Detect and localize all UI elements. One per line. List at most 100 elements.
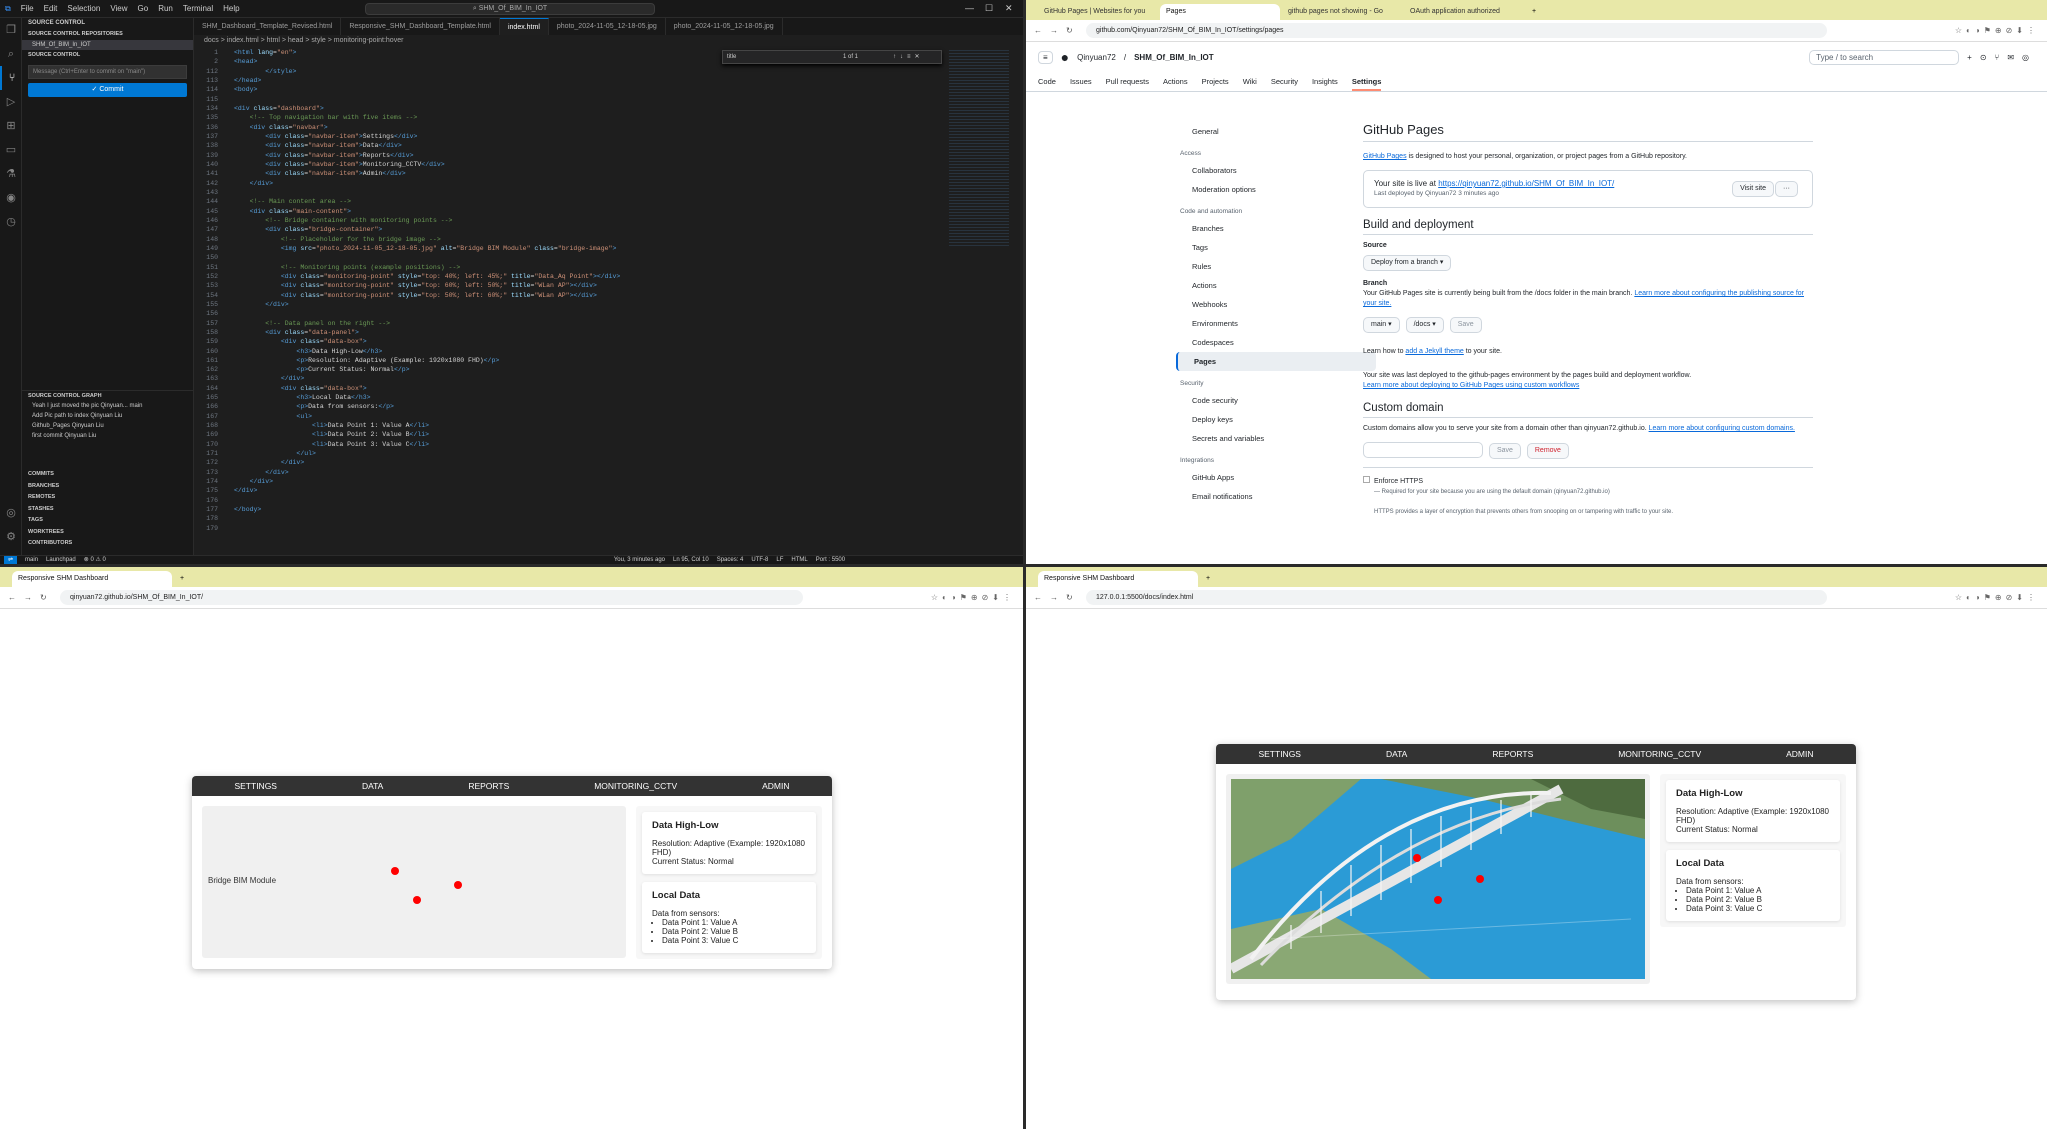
branch-select[interactable]: main ▾: [1363, 317, 1400, 333]
tab-projects[interactable]: Projects: [1202, 72, 1229, 91]
monitoring-point[interactable]: [391, 867, 399, 875]
account-icon[interactable]: ◎: [0, 501, 22, 525]
live-server-status[interactable]: Port : 5500: [816, 556, 845, 564]
tab-code[interactable]: Code: [1038, 72, 1056, 91]
menu-terminal[interactable]: Terminal: [178, 4, 218, 13]
pages-docs-link[interactable]: GitHub Pages: [1363, 153, 1407, 160]
nav-reports[interactable]: REPORTS: [1492, 749, 1533, 759]
nav-buttons-icon[interactable]: ←→↻: [0, 593, 60, 602]
nav-buttons-icon[interactable]: ←→↻: [1026, 26, 1086, 35]
nav-reports[interactable]: REPORTS: [468, 781, 509, 791]
remote-indicator-icon[interactable]: ⇌: [4, 556, 18, 564]
sidebar-item-tags[interactable]: Tags: [1176, 238, 1376, 257]
minimap[interactable]: [949, 48, 1009, 248]
section-commits[interactable]: Commits: [22, 469, 193, 481]
address-bar[interactable]: 127.0.0.1:5500/docs/index.html: [1086, 590, 1827, 605]
custom-domain-link[interactable]: Learn more about configuring custom doma…: [1649, 425, 1795, 432]
new-tab-icon[interactable]: +: [1206, 571, 1210, 587]
header-action-icons[interactable]: +⊙⑂✉◎: [1967, 53, 2037, 62]
tab-settings[interactable]: Settings: [1351, 72, 1382, 91]
tab-security[interactable]: Security: [1271, 72, 1298, 91]
sidebar-item-branches[interactable]: Branches: [1176, 219, 1376, 238]
extensions-icons[interactable]: ☆◐◑⚑⊕⊘⬇⋮: [1827, 26, 2047, 35]
commit-message-input[interactable]: Message (Ctrl+Enter to commit on "main"): [28, 65, 187, 79]
tab-responsive-template[interactable]: Responsive_SHM_Dashboard_Template.html: [341, 18, 500, 35]
problems-status[interactable]: ⊗ 0 ⚠ 0: [84, 556, 106, 564]
tab-pull-requests[interactable]: Pull requests: [1106, 72, 1149, 91]
run-debug-icon[interactable]: ▷: [0, 90, 22, 114]
sidebar-item-deploy-keys[interactable]: Deploy keys: [1176, 410, 1376, 429]
graph-header[interactable]: Source Control Graph: [22, 390, 193, 401]
tab-dashboard-revised[interactable]: SHM_Dashboard_Template_Revised.html: [194, 18, 342, 35]
repo-owner[interactable]: Qinyuan72: [1077, 53, 1116, 62]
sidebar-item-codespaces[interactable]: Codespaces: [1176, 333, 1376, 352]
https-checkbox[interactable]: [1363, 475, 1370, 483]
sidebar-item-secrets[interactable]: Secrets and variables: [1176, 429, 1376, 448]
sidebar-item-environments[interactable]: Environments: [1176, 314, 1376, 333]
menu-edit[interactable]: Edit: [39, 4, 63, 13]
breadcrumb[interactable]: docs > index.html > html > head > style …: [194, 35, 1023, 47]
more-options-icon[interactable]: ···: [1775, 181, 1798, 197]
menu-help[interactable]: Help: [218, 4, 244, 13]
close-icon[interactable]: ✕: [1005, 3, 1013, 14]
folder-select[interactable]: /docs ▾: [1405, 317, 1444, 333]
sidebar-item-general[interactable]: General: [1176, 122, 1376, 141]
graph-item[interactable]: first commit Qinyuan Liu: [22, 431, 193, 441]
section-remotes[interactable]: Remotes: [22, 492, 193, 504]
extensions-icon[interactable]: ⊞: [0, 114, 22, 138]
code-editor[interactable]: 1 2 112 113 114 115 134 135 136 137 138 139 140 141 14…: [194, 48, 1011, 555]
github-search-input[interactable]: Type / to search: [1809, 49, 1960, 65]
find-nav-icons[interactable]: ↑↓≡✕: [893, 51, 924, 63]
tab-photo-2[interactable]: photo_2024-11-05_12-18-05.jpg: [666, 18, 783, 35]
section-contributors[interactable]: Contributors: [22, 538, 193, 550]
nav-settings[interactable]: SETTINGS: [1258, 749, 1301, 759]
indent-status[interactable]: Spaces: 4: [717, 556, 744, 564]
nav-monitoring-cctv[interactable]: MONITORING_CCTV: [1618, 749, 1701, 759]
repo-item[interactable]: SHM_Of_BIM_In_IOT: [22, 40, 193, 50]
tab-actions[interactable]: Actions: [1163, 72, 1188, 91]
graph-item[interactable]: Github_Pages Qinyuan Liu: [22, 421, 193, 431]
tab-insights[interactable]: Insights: [1312, 72, 1338, 91]
tab-photo-1[interactable]: photo_2024-11-05_12-18-05.jpg: [549, 18, 666, 35]
new-tab-icon[interactable]: +: [1532, 4, 1536, 20]
minimize-icon[interactable]: —: [965, 3, 974, 13]
monitoring-point[interactable]: [1476, 875, 1484, 883]
browser-tab-active[interactable]: Responsive SHM Dashboard: [12, 571, 172, 587]
branch-status[interactable]: main: [25, 556, 38, 564]
monitoring-point[interactable]: [454, 881, 462, 889]
encoding-status[interactable]: UTF-8: [751, 556, 768, 564]
monitoring-point[interactable]: [1434, 896, 1442, 904]
tab-issues[interactable]: Issues: [1070, 72, 1092, 91]
source-select[interactable]: Deploy from a branch ▾: [1363, 255, 1452, 271]
explorer-icon[interactable]: ❐: [0, 18, 22, 42]
custom-domain-input[interactable]: [1363, 442, 1483, 458]
section-branches[interactable]: Branches: [22, 481, 193, 493]
menu-view[interactable]: View: [105, 4, 132, 13]
blame-status[interactable]: You, 3 minutes ago: [614, 556, 665, 564]
extensions-icons[interactable]: ☆◐◑⚑⊕⊘⬇⋮: [1827, 593, 2047, 602]
sc-header[interactable]: Source Control: [22, 50, 193, 61]
nav-buttons-icon[interactable]: ←→↻: [1026, 593, 1086, 602]
language-status[interactable]: HTML: [791, 556, 807, 564]
section-tags[interactable]: Tags: [22, 515, 193, 527]
sidebar-item-actions[interactable]: Actions: [1176, 276, 1376, 295]
menu-file[interactable]: File: [16, 4, 39, 13]
remote-explorer-icon[interactable]: ▭: [0, 138, 22, 162]
nav-data[interactable]: DATA: [1386, 749, 1407, 759]
browser-tab[interactable]: github pages not showing - Go: [1282, 4, 1402, 20]
sidebar-item-email[interactable]: Email notifications: [1176, 487, 1376, 506]
find-widget[interactable]: title 1 of 1 ↑↓≡✕: [722, 50, 942, 64]
find-input[interactable]: title: [727, 54, 736, 60]
github-logo-icon[interactable]: ●: [1061, 49, 1069, 65]
deploy-learn-link[interactable]: Learn more about deploying to GitHub Pag…: [1363, 381, 1813, 391]
save-branch-button[interactable]: Save: [1449, 317, 1482, 333]
command-search[interactable]: ⌕ SHM_Of_BIM_In_IOT: [365, 3, 655, 15]
menu-icon[interactable]: ≡: [1038, 50, 1053, 64]
timeline-icon[interactable]: ◷: [0, 210, 22, 234]
nav-admin[interactable]: ADMIN: [1786, 749, 1813, 759]
save-domain-button[interactable]: Save: [1488, 442, 1521, 459]
sidebar-item-github-apps[interactable]: GitHub Apps: [1176, 468, 1376, 487]
browser-tab-active[interactable]: Responsive SHM Dashboard: [1038, 571, 1198, 587]
source-control-icon[interactable]: ⑂: [0, 66, 22, 90]
graph-item[interactable]: Add Pic path to index Qinyuan Liu: [22, 411, 193, 421]
